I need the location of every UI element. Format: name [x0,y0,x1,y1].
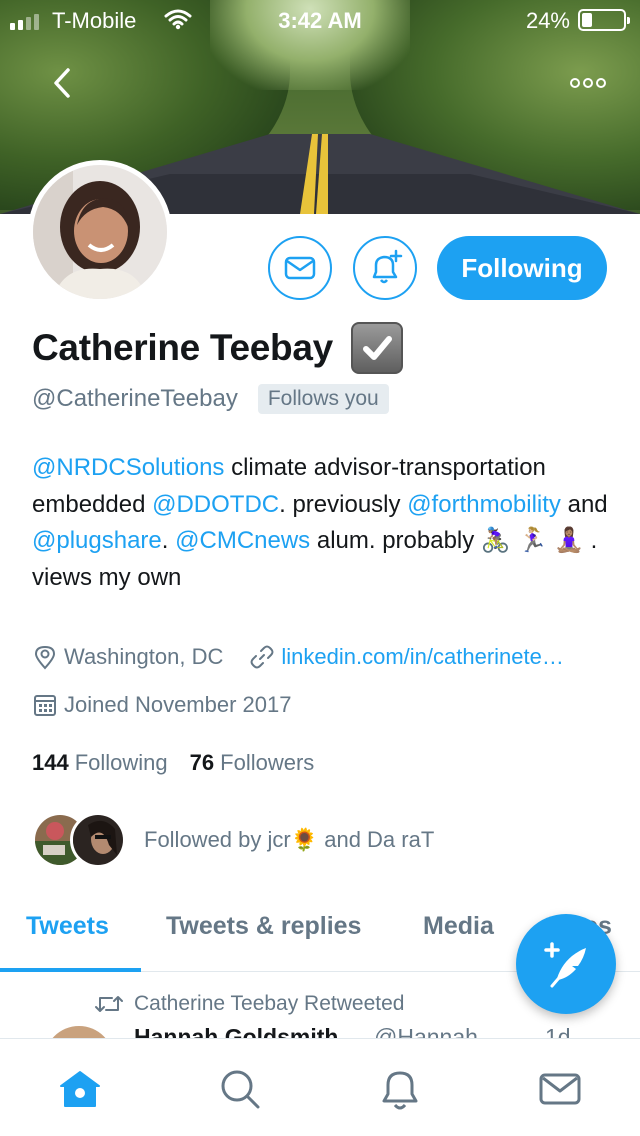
follows-you-badge: Follows you [257,384,389,414]
handle-row: @CatherineTeebay Follows you [32,384,389,414]
checkmark-box-icon [350,322,403,374]
profile-bio: @NRDCSolutions climate advisor-transport… [32,450,612,596]
bottom-navigation [0,1038,640,1136]
location-pin-icon [34,645,56,670]
mail-icon [284,256,316,280]
notifications-toggle-button[interactable] [353,236,417,300]
profile-avatar[interactable] [28,160,172,304]
bio-mention[interactable]: @CMCnews [175,527,310,554]
search-icon [221,1070,260,1109]
joined-row: Joined November 2017 [32,692,291,718]
compose-quill-icon [544,942,586,988]
bio-mention[interactable]: @forthmobility [407,491,561,518]
nav-notifications[interactable] [376,1065,424,1113]
bio-mention[interactable]: @DDOTDC [152,491,279,518]
joined-date: Joined November 2017 [64,692,292,717]
more-options-icon [570,78,580,88]
retweet-label: Catherine Teebay Retweeted [134,992,405,1015]
tweet-item[interactable]: Hannah Goldsmith @Hannah 1d [0,1020,640,1040]
following-button[interactable]: Following [437,236,607,300]
name-row: Catherine Teebay [32,322,403,374]
tab-tweets-and-replies[interactable]: Tweets & replies [166,912,361,941]
followed-by-text: Followed by jcr🌻 and Da raT [144,827,435,852]
followers-count: 76 [189,750,215,775]
retweet-context: Catherine Teebay Retweeted [94,992,404,1016]
bio-text: . previously [279,490,408,518]
messages-icon [539,1073,581,1105]
more-options-button[interactable] [560,62,616,104]
following-count: 144 [32,750,69,775]
compose-tweet-button[interactable] [516,914,616,1014]
bio-text: . [161,527,176,554]
nav-home[interactable] [56,1065,104,1113]
bio-mention[interactable]: @plugshare [32,527,162,554]
active-tab-indicator [0,968,141,972]
following-count-link[interactable]: 144 Following [32,750,168,776]
notifications-icon [382,1071,418,1110]
nav-messages[interactable] [536,1065,584,1113]
bio-mention[interactable]: @NRDCSolutions [32,454,224,481]
website-link[interactable]: linkedin.com/in/catherinete… [281,644,563,670]
tab-media[interactable]: Media [423,912,494,941]
display-name: Catherine Teebay [32,327,333,368]
back-button[interactable] [42,62,84,104]
chevron-left-icon [54,68,70,98]
bio-text: and [560,490,608,518]
home-icon [60,1071,100,1107]
battery-percent: 24% [525,8,570,33]
followers-label: Followers [220,750,315,775]
follow-counts: 144 Following 76 Followers [32,750,314,776]
message-button[interactable] [268,236,332,300]
bell-plus-icon [372,249,403,284]
battery-icon [578,9,630,31]
nav-search[interactable] [216,1065,264,1113]
user-handle: @CatherineTeebay [32,385,238,412]
location-text: Washington, DC [64,644,224,669]
calendar-icon [34,695,56,716]
followers-count-link[interactable]: 76 Followers [190,750,315,776]
retweet-icon [95,996,123,1012]
following-label: Following [74,750,168,775]
status-bar: T-Mobile 3:42 AM 24% [0,0,640,40]
tab-tweets[interactable]: Tweets [26,912,109,941]
followed-by-row[interactable]: Followed by jcr🌻 and Da raT [32,812,434,868]
follower-avatar [70,812,126,868]
location-website-row: Washington, DC linkedin.com/in/catherine… [32,644,564,670]
link-icon [250,645,274,669]
